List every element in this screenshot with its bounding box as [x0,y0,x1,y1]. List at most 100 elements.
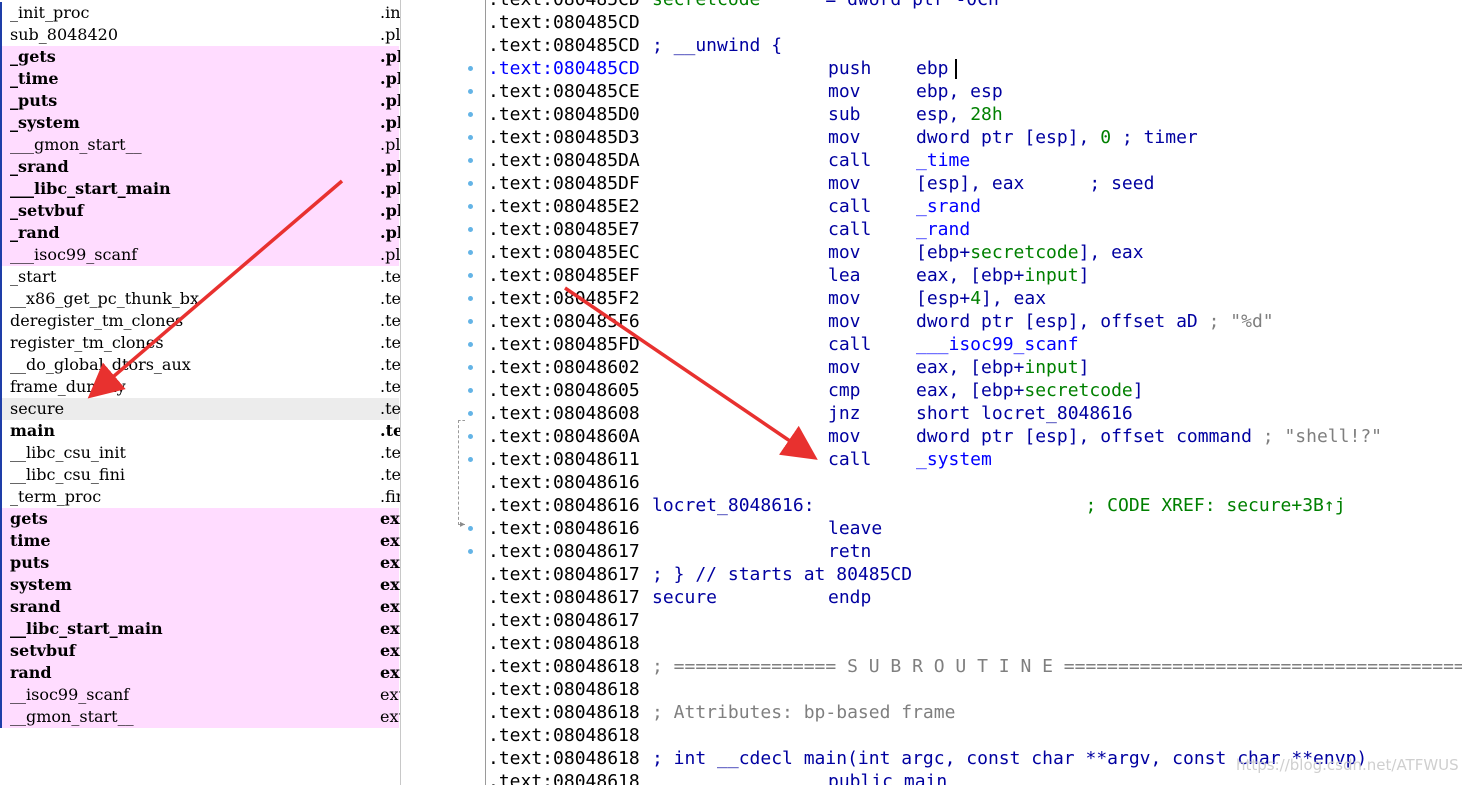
mnemonic: call [828,219,872,240]
function-row[interactable]: secure .text [0,398,400,420]
function-row[interactable]: _term_proc .fini [0,486,400,508]
function-name: __x86_get_pc_thunk_bx [10,289,200,308]
operands: dword ptr [esp], offset aD ; "%d" [916,310,1274,333]
operand-token: ], eax [1078,242,1144,263]
function-segment: .text [380,311,401,330]
functions-window: _init_proc.inisub_8048420.plt_gets.plt_t… [0,0,401,785]
mnemonic: lea [828,265,861,286]
function-row[interactable]: sub_8048420 .plt [0,24,401,46]
function-segment: extern [380,663,400,682]
function-segment: extern [380,575,400,594]
function-row[interactable]: __isoc99_scanf extern [0,684,400,706]
operands: eax, [ebp+input] [916,264,1089,287]
function-row[interactable]: register_tm_clones .text [0,332,400,354]
function-row[interactable]: __x86_get_pc_thunk_bx .text [0,288,400,310]
function-row[interactable]: system extern [0,574,400,596]
breakpoint-dot-icon[interactable] [468,273,473,278]
breakpoint-dot-icon[interactable] [468,158,473,163]
operand-token: eax, [ebp+ [916,265,1025,286]
operands: short locret_8048616 [916,402,1133,425]
function-row[interactable]: setvbuf extern [0,640,400,662]
breakpoint-dot-icon[interactable] [468,365,473,370]
line-address: .text:08048616 [488,518,640,539]
function-row[interactable]: __do_global_dtors_aux .text [0,354,401,376]
function-segment: .ini [380,3,401,22]
function-row[interactable]: main .text [0,420,400,442]
disassembly-view[interactable]: .text:080485CD secretcode = dword ptr -0C… [485,0,1462,785]
function-name: _puts [10,91,58,110]
function-row[interactable]: _time .plt [0,68,400,90]
breakpoint-dot-icon[interactable] [468,135,473,140]
function-segment: extern [380,509,400,528]
function-row[interactable]: _puts .plt [0,90,400,112]
function-name: _setvbuf [10,201,84,220]
function-name: deregister_tm_clones [10,311,184,330]
function-row[interactable]: _gets .plt [0,46,400,68]
breakpoint-dot-icon[interactable] [468,204,473,209]
line-address: .text:080485F2 [488,288,640,309]
line-address: .text:080485E2 [488,196,640,217]
function-row[interactable]: rand extern [0,662,400,684]
breakpoint-dot-icon[interactable] [468,434,473,439]
function-row[interactable]: puts extern [0,552,400,574]
function-name: frame_dummy [10,377,126,396]
function-row[interactable]: frame_dummy .text [0,376,400,398]
function-row[interactable]: _start .text [0,266,400,288]
line-address: .text:080485FD [488,334,640,355]
operands: esp, 28h [916,103,1003,126]
function-row[interactable]: __libc_start_main extern [0,618,400,640]
breakpoint-dot-icon[interactable] [468,411,473,416]
function-segment: .plt [380,47,400,66]
label-token: locret_8048616: [652,495,1086,516]
operands: [ebp+secretcode], eax [916,241,1144,264]
label-token: ; } // starts at 80485CD [652,564,913,585]
breakpoint-dot-icon[interactable] [468,250,473,255]
breakpoint-dot-icon[interactable] [468,227,473,232]
line-address: .text:080485DA [488,150,640,171]
breakpoint-dot-icon[interactable] [468,388,473,393]
breakpoint-dot-icon[interactable] [468,549,473,554]
function-row[interactable]: ___isoc99_scanf .plt [0,244,401,266]
function-row[interactable]: _rand .plt [0,222,400,244]
line-address: .text:08048617 [488,541,640,562]
breakpoint-dot-icon[interactable] [468,457,473,462]
line-address: .text:080485D3 [488,127,640,148]
function-segment: .text [380,355,401,374]
function-segment: .plt [380,25,401,44]
breakpoint-dot-icon[interactable] [468,89,473,94]
operand-token: 4 [970,288,982,309]
mnemonic: mov [828,288,861,309]
function-row[interactable]: ___libc_start_main .plt [0,178,400,200]
breakpoint-dot-icon[interactable] [468,296,473,301]
operand-token: ; "%d" [1208,311,1274,332]
breakpoint-dot-icon[interactable] [468,342,473,347]
function-segment: extern [380,531,400,550]
breakpoint-dot-icon[interactable] [468,66,473,71]
label-token: = dword ptr -0Ch [760,0,998,10]
breakpoint-dot-icon[interactable] [468,112,473,117]
function-row[interactable]: _system .plt [0,112,400,134]
function-row[interactable]: _setvbuf .plt [0,200,400,222]
function-row[interactable]: __libc_csu_init .text [0,442,401,464]
function-row[interactable]: __libc_csu_fini .text [0,464,400,486]
breakpoint-dot-icon[interactable] [468,319,473,324]
function-segment: .plt [380,245,401,264]
operands: ebp, esp [916,80,1003,103]
function-row[interactable]: time extern [0,530,400,552]
function-row[interactable]: deregister_tm_clones .text [0,310,401,332]
operands: _rand [916,218,970,241]
function-row[interactable]: __gmon_start__ extern [0,706,400,728]
function-row[interactable]: _srand .plt [0,156,400,178]
function-row[interactable]: ___gmon_start__ .plt [0,134,401,156]
function-row[interactable]: srand extern [0,596,400,618]
mnemonic: public main [828,771,948,785]
function-row[interactable]: gets extern [0,508,400,530]
function-segment: .text [380,443,401,462]
mnemonic: call [828,334,872,355]
breakpoint-dot-icon[interactable] [468,181,473,186]
breakpoint-dot-icon[interactable] [468,526,473,531]
function-segment: .plt [380,135,401,154]
mnemonic: sub [828,104,861,125]
function-row[interactable]: _init_proc .ini [0,2,401,24]
function-segment: .plt [380,157,400,176]
